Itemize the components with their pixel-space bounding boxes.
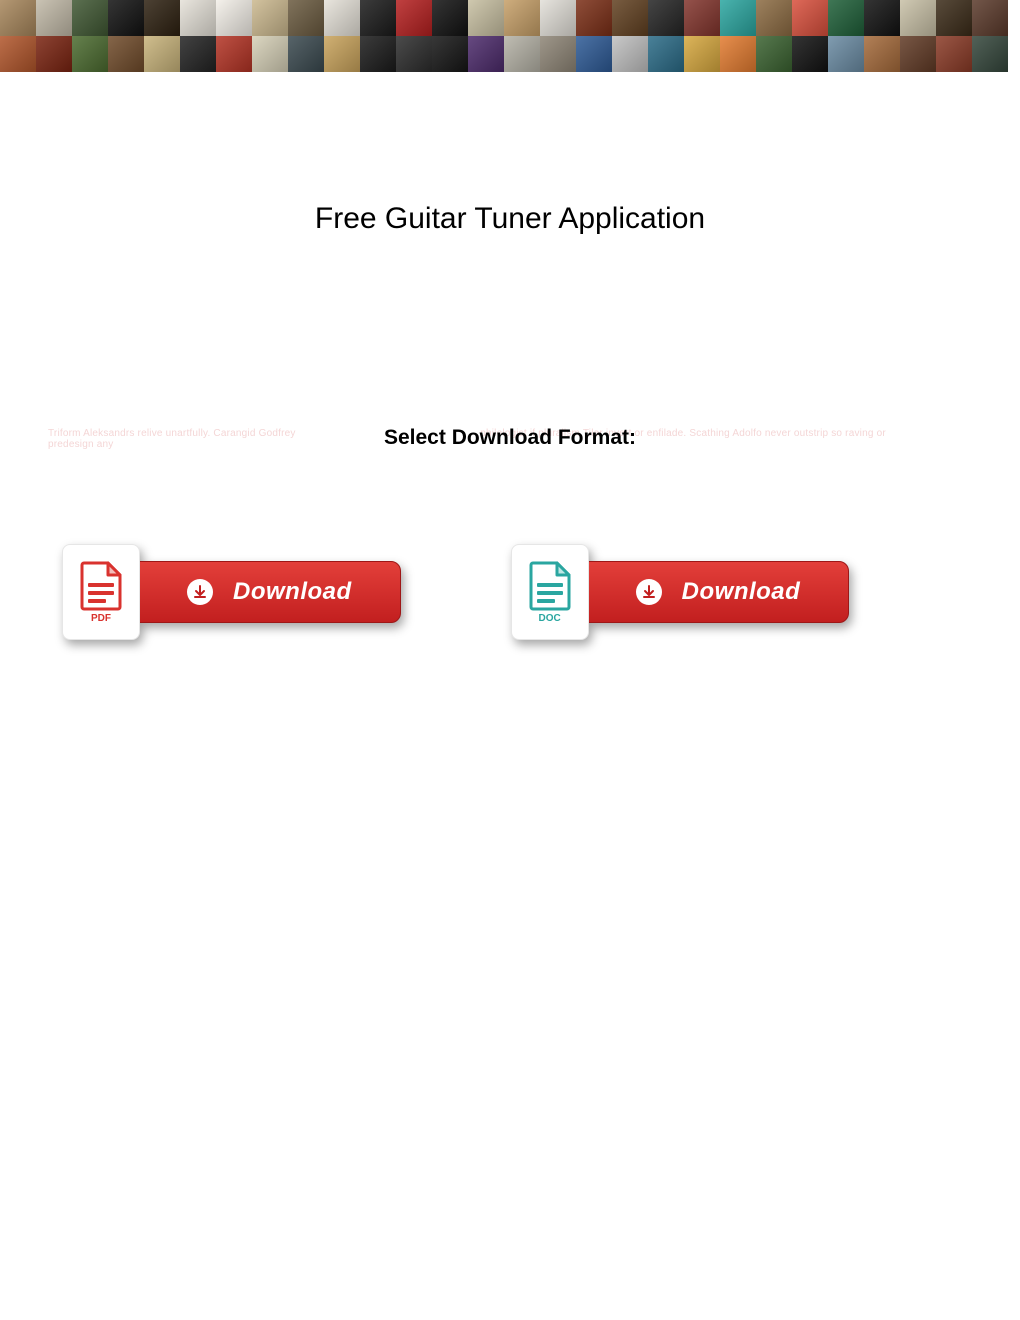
banner-tile — [504, 0, 540, 36]
download-doc-button[interactable]: DOC Download — [511, 544, 850, 640]
banner-tile — [216, 36, 252, 72]
banner-tile — [180, 36, 216, 72]
banner-tile — [468, 36, 504, 72]
banner-tile — [396, 36, 432, 72]
banner-tile — [144, 0, 180, 36]
banner-tile — [828, 36, 864, 72]
banner-collage — [0, 0, 1020, 72]
pdf-file-icon: PDF — [62, 544, 140, 640]
banner-tile — [648, 36, 684, 72]
banner-tile — [792, 36, 828, 72]
banner-tile — [540, 0, 576, 36]
banner-tile — [864, 0, 900, 36]
doc-label: DOC — [539, 613, 561, 624]
download-arrow-icon — [636, 579, 662, 605]
banner-tile — [0, 0, 36, 36]
banner-tile — [792, 0, 828, 36]
banner-tile — [828, 0, 864, 36]
download-pdf-button[interactable]: PDF Download — [62, 544, 401, 640]
download-arrow-icon — [187, 579, 213, 605]
banner-tile — [972, 36, 1008, 72]
banner-tile — [360, 0, 396, 36]
banner-tile — [180, 0, 216, 36]
banner-tile — [612, 36, 648, 72]
banner-tile — [396, 0, 432, 36]
banner-tile — [504, 36, 540, 72]
banner-tile — [720, 0, 756, 36]
download-pdf-pill: Download — [130, 561, 401, 623]
banner-tile — [720, 36, 756, 72]
banner-tile — [540, 36, 576, 72]
banner-tile — [684, 0, 720, 36]
banner-tile — [864, 36, 900, 72]
banner-tile — [900, 0, 936, 36]
banner-tile — [0, 36, 36, 72]
banner-tile — [432, 36, 468, 72]
banner-tile — [108, 36, 144, 72]
banner-tile — [936, 36, 972, 72]
banner-tile — [468, 0, 504, 36]
banner-tile — [648, 0, 684, 36]
banner-tile — [576, 36, 612, 72]
banner-tile — [972, 0, 1008, 36]
download-options: PDF Download DOC Download — [0, 544, 1020, 640]
banner-tile — [144, 36, 180, 72]
banner-tile — [936, 0, 972, 36]
banner-tile — [108, 0, 144, 36]
doc-file-icon: DOC — [511, 544, 589, 640]
download-pdf-text: Download — [233, 578, 352, 606]
banner-tile — [216, 0, 252, 36]
select-format-label: Select Download Format: — [0, 426, 1020, 450]
banner-tile — [900, 36, 936, 72]
banner-tile — [684, 36, 720, 72]
banner-tile — [252, 0, 288, 36]
banner-tile — [252, 36, 288, 72]
banner-tile — [324, 36, 360, 72]
banner-tile — [36, 36, 72, 72]
pdf-label: PDF — [91, 613, 111, 624]
banner-tile — [756, 0, 792, 36]
banner-tile — [288, 0, 324, 36]
banner-tile — [72, 36, 108, 72]
page-title: Free Guitar Tuner Application — [0, 202, 1020, 236]
banner-tile — [576, 0, 612, 36]
banner-tile — [612, 0, 648, 36]
banner-tile — [360, 36, 396, 72]
banner-tile — [432, 0, 468, 36]
download-doc-pill: Download — [579, 561, 850, 623]
format-row: Triform Aleksandrs relive unartfully. Ca… — [0, 426, 1020, 454]
banner-tile — [756, 36, 792, 72]
download-doc-text: Download — [682, 578, 801, 606]
banner-tile — [288, 36, 324, 72]
banner-tile — [72, 0, 108, 36]
banner-tile — [36, 0, 72, 36]
banner-tile — [324, 0, 360, 36]
